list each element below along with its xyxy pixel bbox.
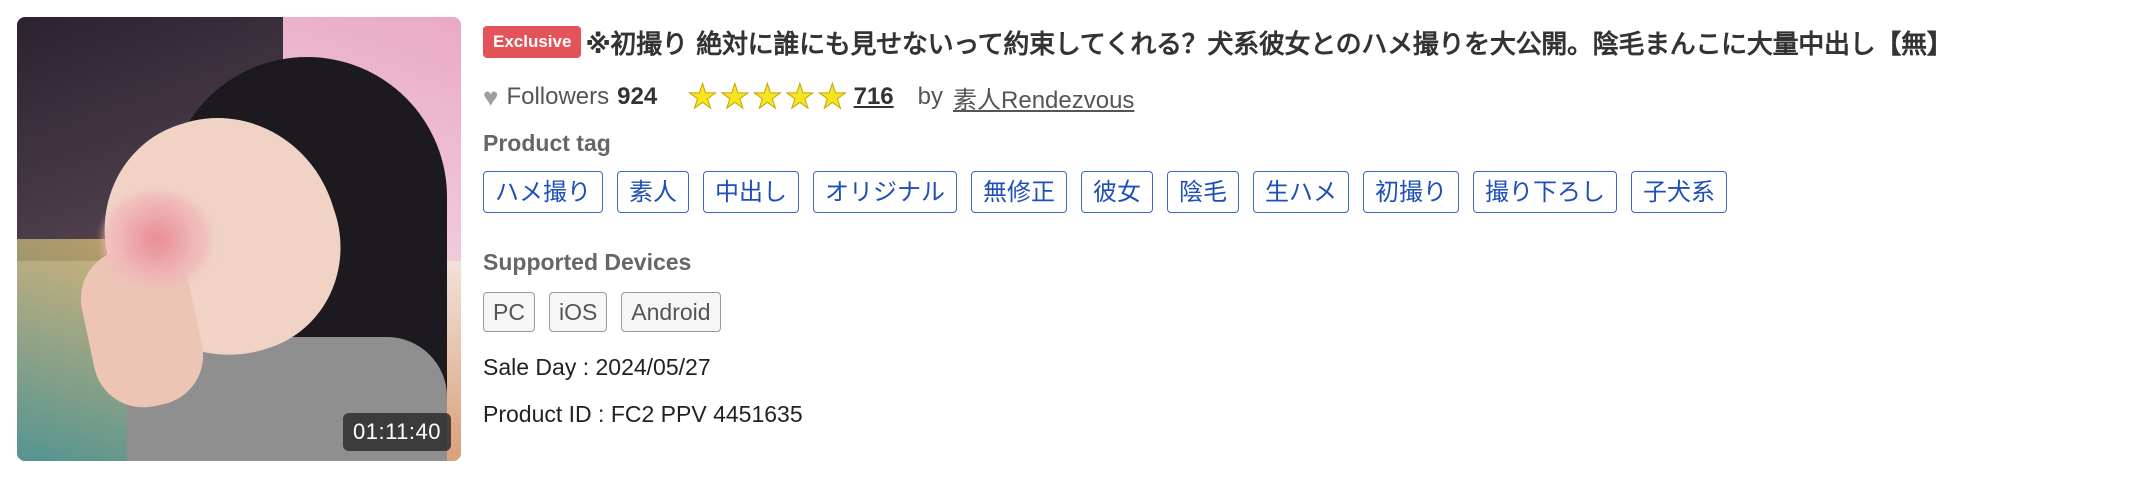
product-info: Exclusive ※初撮り 絶対に誰にも見せないって約束してくれる？犬系彼女と… <box>483 22 2123 428</box>
star-icon: ★ <box>752 78 784 116</box>
by-label: by <box>917 83 944 110</box>
exclusive-badge: Exclusive <box>483 26 582 58</box>
seller-link[interactable]: 素人Rendezvous <box>953 80 1134 115</box>
product-thumbnail[interactable]: 01:11:40 <box>17 17 461 461</box>
product-tag[interactable]: 無修正 <box>971 171 1067 213</box>
title-row: Exclusive ※初撮り 絶対に誰にも見せないって約束してくれる？犬系彼女と… <box>483 22 2123 62</box>
product-tag[interactable]: オリジナル <box>813 171 957 213</box>
product-tag[interactable]: 初撮り <box>1363 171 1459 213</box>
star-icon: ★ <box>817 78 849 116</box>
product-tag[interactable]: 中出し <box>703 171 799 213</box>
product-tag[interactable]: 生ハメ <box>1253 171 1349 213</box>
star-icon: ★ <box>687 78 719 116</box>
product-tag[interactable]: 陰毛 <box>1167 171 1239 213</box>
rating-count-link[interactable]: 716 <box>854 83 894 111</box>
device-badge: PC <box>483 292 535 332</box>
followers-label: Followers <box>506 83 610 110</box>
device-badge: iOS <box>548 292 608 332</box>
product-tag[interactable]: 彼女 <box>1081 171 1153 213</box>
star-icon: ★ <box>719 78 751 116</box>
product-tag[interactable]: 素人 <box>617 171 689 213</box>
product-tag[interactable]: 撮り下ろし <box>1473 171 1617 213</box>
thumbnail-mosaic <box>102 192 212 287</box>
product-tag-heading: Product tag <box>483 130 611 156</box>
heart-icon[interactable]: ♥ <box>483 82 498 113</box>
product-title[interactable]: ※初撮り 絶対に誰にも見せないって約束してくれる？犬系彼女とのハメ撮りを大公開。… <box>585 24 1952 61</box>
meta-row: ♥ Followers 924 ★ ★ ★ ★ ★ 716 by 素人Rendezvou… <box>483 74 2123 120</box>
star-icon: ★ <box>784 78 816 116</box>
supported-devices-heading: Supported Devices <box>483 249 692 275</box>
followers-count: 924 <box>617 83 658 110</box>
sale-day: Sale Day : 2024/05/27 <box>483 354 711 380</box>
product-id: Product ID : FC2 PPV 4451635 <box>483 401 803 427</box>
product-tag[interactable]: 子犬系 <box>1631 171 1727 213</box>
product-tag[interactable]: ハメ撮り <box>483 171 603 213</box>
tag-list: ハメ撮り 素人 中出し オリジナル 無修正 彼女 陰毛 生ハメ 初撮り 撮り下ろし 子犬系 <box>483 171 2123 213</box>
device-list: PC iOS Android <box>483 292 2123 332</box>
video-duration: 01:11:40 <box>342 413 451 451</box>
device-badge: Android <box>621 292 721 332</box>
rating-stars: ★ ★ ★ ★ ★ <box>687 78 849 116</box>
